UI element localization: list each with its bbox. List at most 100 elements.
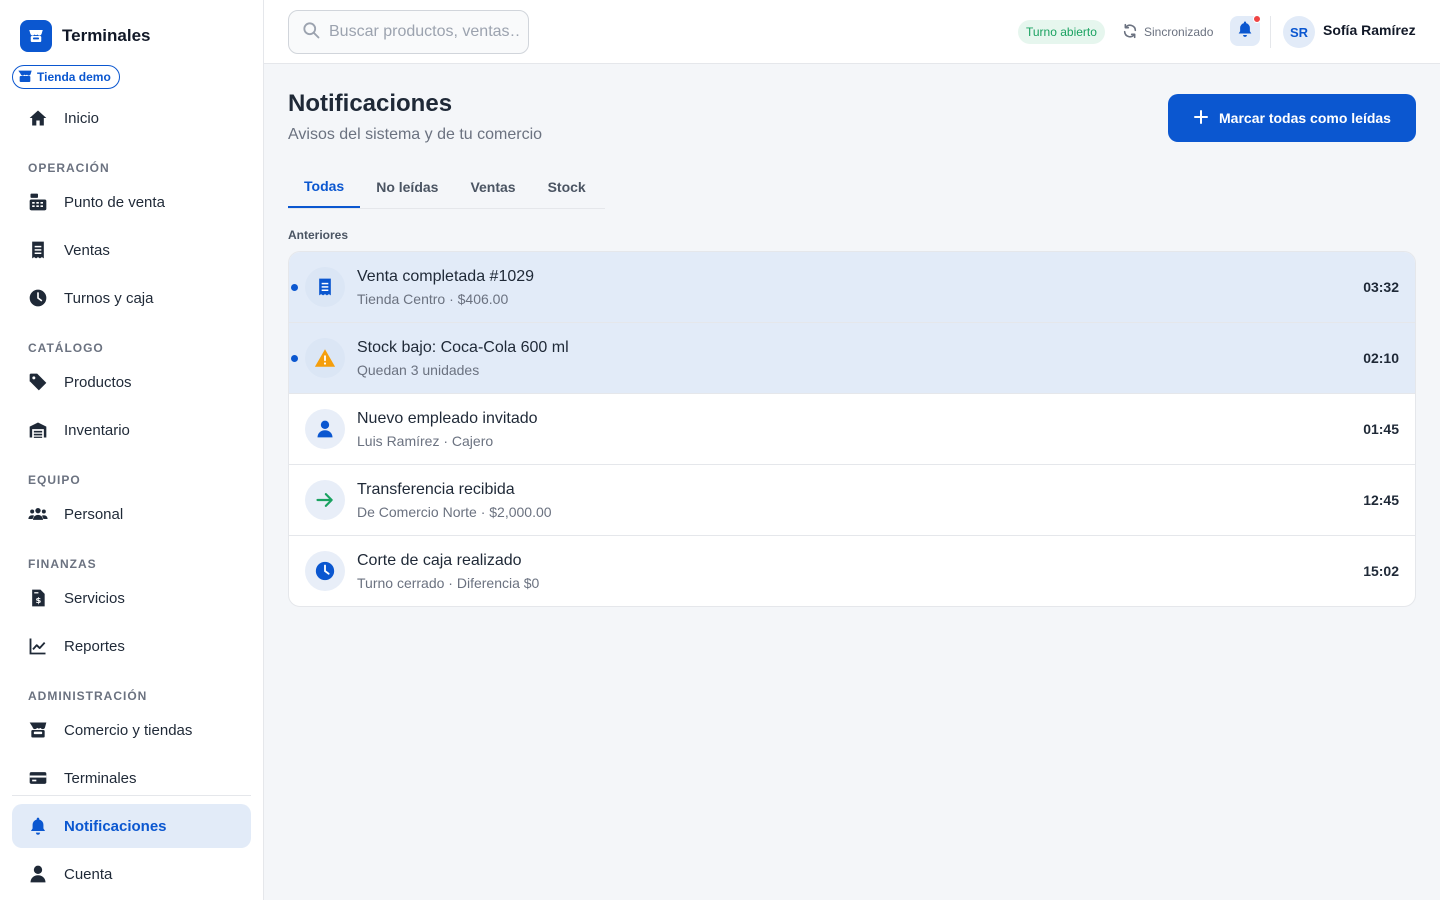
brand[interactable]: Terminales (20, 20, 151, 52)
sidebar-item-notificaciones[interactable]: Notificaciones (12, 804, 251, 848)
search-box[interactable] (288, 10, 529, 54)
sidebar-item-reportes[interactable]: Reportes (12, 624, 251, 668)
mark-all-read-button[interactable]: Marcar todas como leídas (1168, 94, 1416, 142)
sidebar-item-label: Cuenta (64, 865, 113, 883)
receipt-icon (305, 267, 345, 307)
section-label-operacion: OPERACIÓN (28, 161, 110, 175)
clock-icon (305, 551, 345, 591)
tab-ventas[interactable]: Ventas (454, 166, 531, 208)
store-name: Tienda demo (37, 70, 111, 84)
invoice-dollar-icon: $ (28, 588, 48, 608)
arrow-right-icon (305, 480, 345, 520)
chart-line-icon (28, 636, 48, 656)
sidebar-divider (12, 795, 251, 796)
notification-row[interactable]: Nuevo empleado invitado Luis Ramírez · C… (289, 394, 1415, 465)
sidebar: Terminales Tienda demo Inicio OPERACIÓN … (0, 0, 264, 900)
receipt-icon (28, 240, 48, 260)
plus-icon (1193, 109, 1209, 128)
warehouse-icon (28, 420, 48, 440)
sidebar-item-comercio-y-tiendas[interactable]: Comercio y tiendas (12, 708, 251, 752)
tab-todas[interactable]: Todas (288, 166, 361, 208)
sidebar-item-terminales[interactable]: Terminales (12, 756, 251, 800)
sidebar-item-label: Inventario (64, 421, 130, 439)
notification-row[interactable]: Transferencia recibida De Comercio Norte… (289, 465, 1415, 536)
sidebar-item-ventas[interactable]: Ventas (12, 228, 251, 272)
notification-subtitle: De Comercio Norte · $2,000.00 (357, 504, 552, 520)
topbar: Turno abierto Sincronizado SR Sofía Ramí… (264, 0, 1440, 64)
search-input[interactable] (329, 23, 519, 41)
sidebar-item-label: Ventas (64, 241, 110, 259)
sync-status[interactable]: Sincronizado (1122, 20, 1213, 44)
shift-status-badge: Turno abierto (1018, 20, 1105, 44)
sidebar-item-label: Comercio y tiendas (64, 721, 193, 739)
cash-register-icon (28, 192, 48, 212)
tab-stock[interactable]: Stock (532, 166, 602, 208)
sidebar-item-label: Turnos y caja (64, 289, 154, 307)
svg-text:$: $ (36, 595, 42, 605)
search-icon (301, 20, 321, 45)
sidebar-item-cuenta[interactable]: Cuenta (12, 852, 251, 896)
tab-no-leidas[interactable]: No leídas (360, 166, 454, 208)
sync-icon (1122, 23, 1138, 42)
bell-icon (1236, 20, 1254, 43)
section-label-catalogo: CATÁLOGO (28, 341, 104, 355)
sidebar-item-servicios[interactable]: $ Servicios (12, 576, 251, 620)
card-icon (28, 768, 48, 788)
sidebar-item-label: Personal (64, 505, 124, 523)
topbar-divider (1270, 16, 1271, 48)
sidebar-item-inventario[interactable]: Inventario (12, 408, 251, 452)
sidebar-item-personal[interactable]: Personal (12, 492, 251, 536)
sidebar-item-label: Terminales (64, 769, 137, 787)
store-icon (17, 69, 33, 86)
sidebar-item-label: Servicios (64, 589, 125, 607)
notification-subtitle: Tienda Centro · $406.00 (357, 291, 509, 307)
users-icon (28, 504, 48, 524)
unread-indicator (291, 284, 298, 291)
sync-label: Sincronizado (1144, 25, 1214, 39)
notification-row[interactable]: Stock bajo: Coca-Cola 600 ml Quedan 3 un… (289, 323, 1415, 394)
page-title: Notificaciones (288, 90, 453, 117)
notification-title: Stock bajo: Coca-Cola 600 ml (357, 339, 569, 356)
notification-time: 01:45 (1363, 421, 1399, 437)
sidebar-item-label: Inicio (64, 109, 100, 127)
notification-title: Venta completada #1029 (357, 268, 535, 285)
section-label-finanzas: FINANZAS (28, 557, 97, 571)
notification-row[interactable]: Corte de caja realizado Turno cerrado · … (289, 536, 1415, 606)
app-name: Terminales (62, 26, 151, 45)
bell-icon (28, 816, 48, 836)
store-logo-icon (20, 20, 52, 52)
notification-time: 15:02 (1363, 563, 1399, 579)
notification-time: 12:45 (1363, 492, 1399, 508)
avatar[interactable]: SR (1283, 16, 1315, 48)
user-icon (28, 864, 48, 884)
user-icon (305, 409, 345, 449)
page-subtitle: Avisos del sistema y de tu comercio (288, 126, 543, 143)
notification-title: Transferencia recibida (357, 481, 515, 498)
notification-subtitle: Turno cerrado · Diferencia $0 (357, 575, 540, 591)
notification-dot (1253, 15, 1261, 23)
user-name[interactable]: Sofía Ramírez (1323, 22, 1416, 38)
sidebar-item-label: Punto de venta (64, 193, 165, 211)
tag-icon (28, 372, 48, 392)
notification-tabs: Todas No leídas Ventas Stock (288, 166, 605, 209)
sidebar-item-turnos-y-caja[interactable]: Turnos y caja (12, 276, 251, 320)
mark-all-read-label: Marcar todas como leídas (1219, 110, 1391, 126)
store-selector[interactable]: Tienda demo (12, 65, 120, 89)
warning-icon (305, 338, 345, 378)
sidebar-item-inicio[interactable]: Inicio (12, 96, 251, 140)
home-icon (28, 108, 48, 128)
section-label-administracion: ADMINISTRACIÓN (28, 689, 148, 703)
notification-title: Nuevo empleado invitado (357, 410, 538, 427)
sidebar-item-productos[interactable]: Productos (12, 360, 251, 404)
sidebar-item-label: Notificaciones (64, 817, 167, 835)
notification-subtitle: Quedan 3 unidades (357, 362, 480, 378)
notification-title: Corte de caja realizado (357, 552, 522, 569)
sidebar-item-punto-de-venta[interactable]: Punto de venta (12, 180, 251, 224)
unread-indicator (291, 355, 298, 362)
notification-row[interactable]: Venta completada #1029 Tienda Centro · $… (289, 252, 1415, 323)
sidebar-item-label: Reportes (64, 637, 125, 655)
notification-list: Venta completada #1029 Tienda Centro · $… (288, 251, 1416, 607)
notifications-button[interactable] (1230, 15, 1261, 46)
store-icon (28, 720, 48, 740)
notification-time: 02:10 (1363, 350, 1399, 366)
